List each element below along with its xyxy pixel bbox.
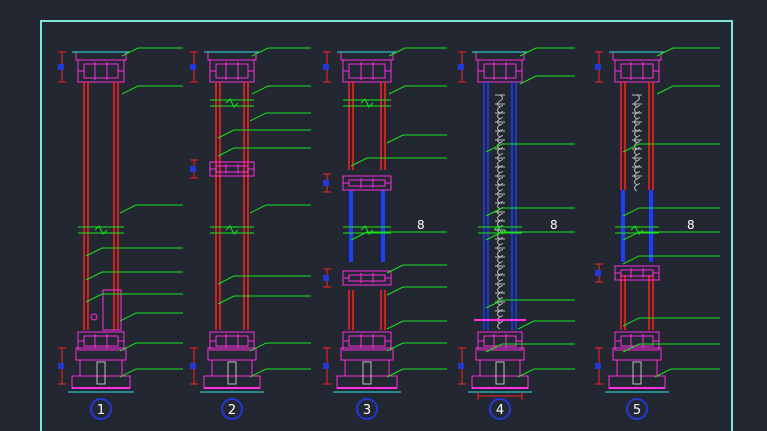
dimension-text-mark bbox=[595, 363, 601, 369]
dimension-text-mark bbox=[458, 64, 464, 70]
dimension-text-mark bbox=[595, 270, 601, 276]
section-number-label: 1 bbox=[97, 403, 105, 418]
section-number-label: 4 bbox=[496, 403, 504, 418]
dimension-text-mark bbox=[323, 275, 329, 281]
section-number-label: 2 bbox=[228, 403, 236, 418]
dimension-text-mark bbox=[323, 64, 329, 70]
cad-drawing-canvas: 1 2 8 3 8 4 8 5 bbox=[0, 0, 767, 431]
section-number-label: 5 bbox=[633, 403, 641, 418]
callout-label: 8 bbox=[550, 218, 558, 232]
dimension-text-mark bbox=[58, 363, 64, 369]
dimension-text-mark bbox=[190, 64, 196, 70]
callout-label: 8 bbox=[687, 218, 695, 232]
callout-label: 8 bbox=[417, 218, 425, 232]
dimension-text-mark bbox=[58, 64, 64, 70]
dimension-text-mark bbox=[190, 166, 196, 172]
dimension-text-mark bbox=[595, 64, 601, 70]
dimension-text-mark bbox=[323, 363, 329, 369]
dimension-text-mark bbox=[458, 363, 464, 369]
dimension-text-mark bbox=[190, 363, 196, 369]
section-number-label: 3 bbox=[363, 403, 371, 418]
dimension-text-mark bbox=[323, 180, 329, 186]
